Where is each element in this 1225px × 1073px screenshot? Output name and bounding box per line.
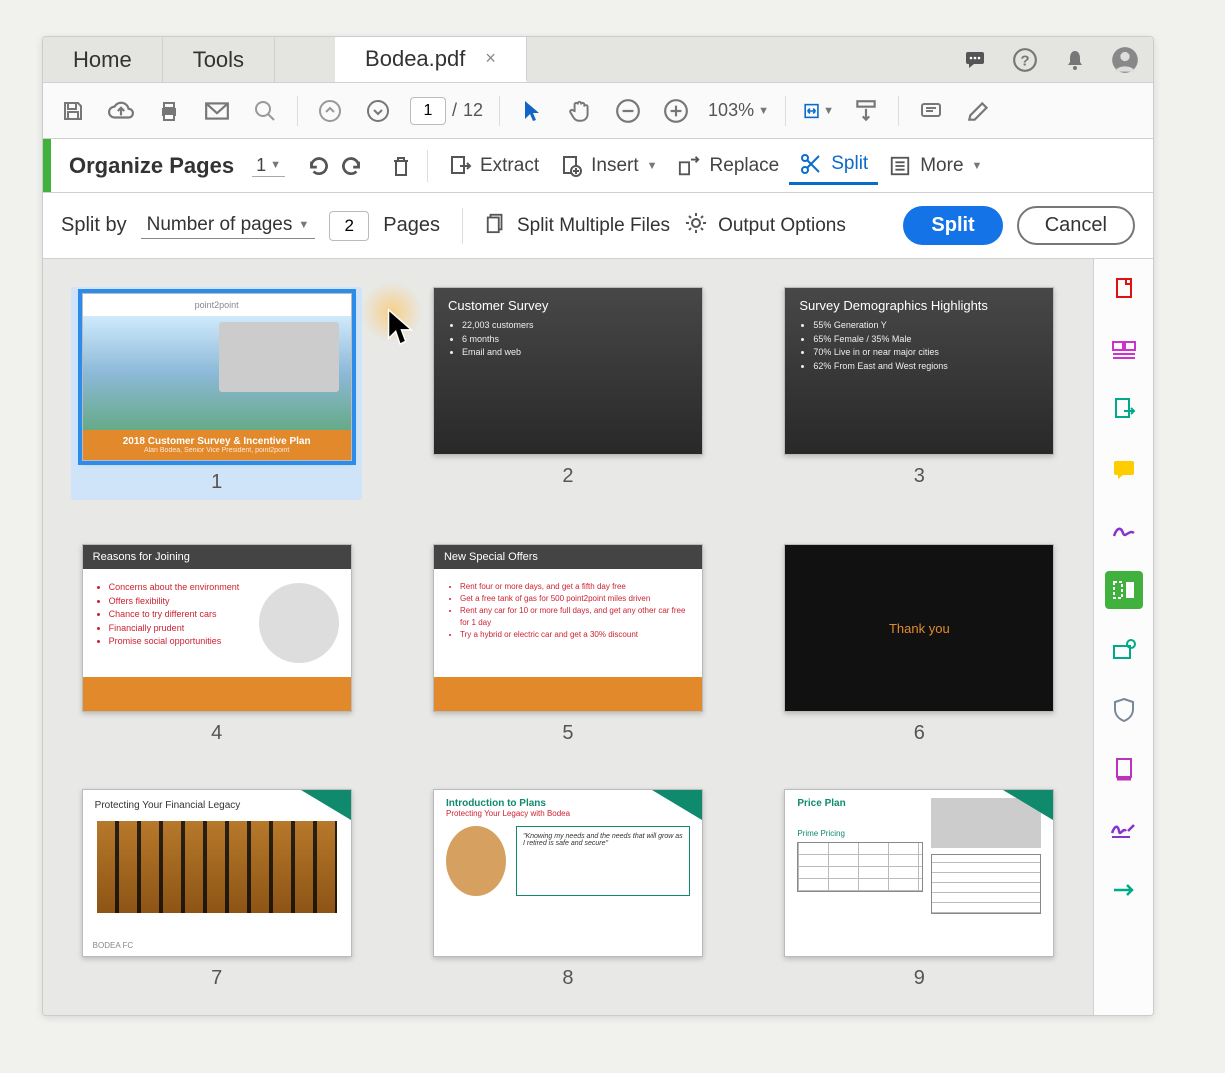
sticky-note-icon[interactable] bbox=[915, 95, 947, 127]
pages-suffix-label: Pages bbox=[383, 214, 440, 237]
scissors-icon bbox=[799, 152, 823, 176]
split-mode-dropdown[interactable]: Number of pages▼ bbox=[141, 212, 316, 239]
zoom-out-icon[interactable] bbox=[612, 95, 644, 127]
more-button[interactable]: More ▼ bbox=[878, 148, 992, 184]
fit-width-icon[interactable]: ▼ bbox=[802, 95, 834, 127]
thumbnail-page-9[interactable]: Price Plan Prime Pricing 9 bbox=[774, 789, 1065, 990]
thumbnail-page-2[interactable]: Customer Survey22,003 customers6 monthsE… bbox=[422, 287, 713, 500]
page-display-icon[interactable] bbox=[850, 95, 882, 127]
more-tools-arrow-icon[interactable] bbox=[1105, 871, 1143, 909]
thumb-number: 1 bbox=[211, 471, 222, 494]
print-icon[interactable] bbox=[153, 95, 185, 127]
replace-button[interactable]: Replace bbox=[668, 148, 790, 184]
organize-active-indicator bbox=[43, 139, 51, 192]
protect-tool-icon[interactable] bbox=[1105, 691, 1143, 729]
thumb-number: 4 bbox=[211, 722, 222, 745]
thumb-number: 9 bbox=[914, 967, 925, 990]
comment-tool-icon[interactable] bbox=[1105, 451, 1143, 489]
cancel-button[interactable]: Cancel bbox=[1017, 206, 1135, 245]
rotate-left-icon[interactable] bbox=[303, 150, 335, 182]
tab-tools[interactable]: Tools bbox=[163, 37, 275, 82]
thumbnail-page-7[interactable]: Protecting Your Financial Legacy BODEA F… bbox=[71, 789, 362, 990]
total-pages: 12 bbox=[463, 100, 483, 121]
extract-icon bbox=[448, 154, 472, 178]
user-avatar-icon[interactable] bbox=[1109, 44, 1141, 76]
thumb-number: 5 bbox=[562, 722, 573, 745]
thumbnail-page-6[interactable]: Thank you 6 bbox=[774, 544, 1065, 745]
comment-bubble-icon[interactable] bbox=[959, 44, 991, 76]
insert-icon bbox=[559, 154, 583, 178]
tab-bar: Home Tools Bodea.pdf × ? bbox=[43, 37, 1153, 83]
help-icon[interactable]: ? bbox=[1009, 44, 1041, 76]
split-count-input[interactable] bbox=[329, 211, 369, 241]
split-button[interactable]: Split bbox=[903, 206, 1002, 245]
thumbnail-grid[interactable]: point2point 2018 Customer Survey & Incen… bbox=[43, 259, 1093, 1015]
save-icon[interactable] bbox=[57, 95, 89, 127]
zoom-in-icon[interactable] bbox=[660, 95, 692, 127]
redact-tool-icon[interactable] bbox=[1105, 631, 1143, 669]
page-up-icon[interactable] bbox=[314, 95, 346, 127]
cloud-upload-icon[interactable] bbox=[105, 95, 137, 127]
split-options-bar: Split by Number of pages▼ Pages Split Mu… bbox=[43, 193, 1153, 259]
output-options-button[interactable]: Output Options bbox=[684, 211, 846, 241]
search-icon[interactable] bbox=[249, 95, 281, 127]
combine-files-icon[interactable] bbox=[1105, 331, 1143, 369]
trash-icon[interactable] bbox=[385, 150, 417, 182]
main-toolbar: / 12 103%▼ ▼ bbox=[43, 83, 1153, 139]
thumbnail-page-8[interactable]: Introduction to Plans Protecting Your Le… bbox=[422, 789, 713, 990]
app-window: Home Tools Bodea.pdf × ? bbox=[42, 36, 1154, 1016]
pointer-icon[interactable] bbox=[516, 95, 548, 127]
highlight-pen-icon[interactable] bbox=[963, 95, 995, 127]
split-multiple-files-button[interactable]: Split Multiple Files bbox=[485, 211, 670, 241]
extract-button[interactable]: Extract bbox=[438, 148, 549, 184]
page-range-dropdown[interactable]: 1▼ bbox=[252, 155, 285, 177]
split-by-label: Split by bbox=[61, 214, 127, 237]
create-pdf-icon[interactable] bbox=[1105, 271, 1143, 309]
files-icon bbox=[485, 211, 507, 241]
zoom-level-dropdown[interactable]: 103%▼ bbox=[708, 100, 769, 121]
thumb-number: 2 bbox=[562, 465, 573, 488]
svg-text:?: ? bbox=[1020, 52, 1029, 69]
bell-icon[interactable] bbox=[1059, 44, 1091, 76]
organize-title: Organize Pages bbox=[69, 153, 234, 179]
fill-sign-icon[interactable] bbox=[1105, 511, 1143, 549]
thumb-number: 6 bbox=[914, 722, 925, 745]
page-sep: / bbox=[452, 100, 457, 121]
insert-button[interactable]: Insert ▼ bbox=[549, 148, 667, 184]
sign-tool-icon[interactable] bbox=[1105, 811, 1143, 849]
rotate-right-icon[interactable] bbox=[335, 150, 367, 182]
split-tool-button[interactable]: Split bbox=[789, 146, 878, 185]
organize-pages-bar: Organize Pages 1▼ Extract Insert ▼ Repla… bbox=[43, 139, 1153, 193]
compress-tool-icon[interactable] bbox=[1105, 751, 1143, 789]
close-icon[interactable]: × bbox=[485, 48, 496, 69]
right-tool-rail bbox=[1093, 259, 1153, 1015]
thumbnail-page-4[interactable]: Reasons for Joining Concerns about the e… bbox=[71, 544, 362, 745]
tab-home[interactable]: Home bbox=[43, 37, 163, 82]
thumbnail-page-1[interactable]: point2point 2018 Customer Survey & Incen… bbox=[71, 287, 362, 500]
page-number-input[interactable] bbox=[410, 97, 446, 125]
organize-pages-tool-icon[interactable] bbox=[1105, 571, 1143, 609]
gear-icon bbox=[684, 211, 708, 241]
hand-pan-icon[interactable] bbox=[564, 95, 596, 127]
tab-document[interactable]: Bodea.pdf × bbox=[335, 37, 527, 82]
thumb-number: 3 bbox=[914, 465, 925, 488]
thumbnail-page-3[interactable]: Survey Demographics Highlights55% Genera… bbox=[774, 287, 1065, 500]
page-down-icon[interactable] bbox=[362, 95, 394, 127]
thumbnail-page-5[interactable]: New Special Offers Rent four or more day… bbox=[422, 544, 713, 745]
mail-icon[interactable] bbox=[201, 95, 233, 127]
thumb-number: 7 bbox=[211, 967, 222, 990]
tab-document-label: Bodea.pdf bbox=[365, 46, 465, 72]
replace-icon bbox=[678, 154, 702, 178]
thumb-number: 8 bbox=[562, 967, 573, 990]
export-pdf-icon[interactable] bbox=[1105, 391, 1143, 429]
more-icon bbox=[888, 154, 912, 178]
